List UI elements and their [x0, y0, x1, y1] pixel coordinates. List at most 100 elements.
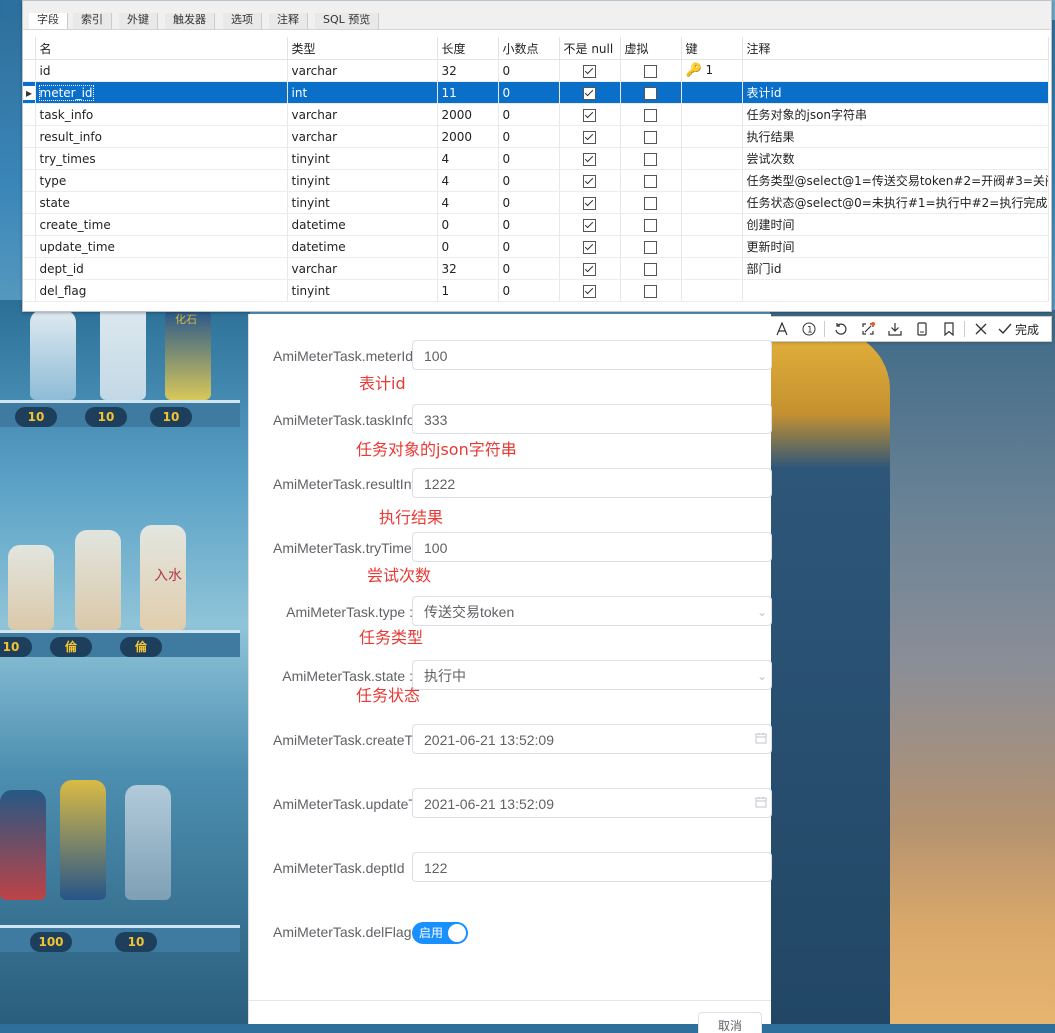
column-header-comment[interactable]: 注释: [742, 37, 1049, 60]
not-null-checkbox[interactable]: [583, 284, 596, 298]
key-cell[interactable]: [681, 81, 743, 104]
tab-options[interactable]: 选项: [223, 13, 262, 29]
virtual-checkbox[interactable]: [644, 284, 657, 298]
column-header-virtual[interactable]: 虚拟: [620, 37, 682, 60]
date-input-updateTime[interactable]: 2021-06-21 13:52:09: [412, 788, 772, 818]
field-name-cell[interactable]: meter_id: [35, 81, 288, 104]
download-icon[interactable]: [881, 317, 908, 341]
table-row[interactable]: del_flag tinyint 1 0: [23, 279, 1049, 302]
tab-comment[interactable]: 注释: [269, 13, 308, 29]
table-row[interactable]: state tinyint 4 0 任务状态@select@0=未执行#1=执行中#2=…: [23, 191, 1049, 214]
field-comment-cell[interactable]: 任务状态@select@0=未执行#1=执行中#2=执行完成#: [742, 191, 1049, 214]
field-type-cell[interactable]: tinyint: [287, 169, 438, 192]
field-type-cell[interactable]: varchar: [287, 103, 438, 126]
not-null-checkbox[interactable]: [583, 174, 596, 188]
field-comment-cell[interactable]: 表计id: [742, 81, 1049, 104]
column-header-key[interactable]: 键: [681, 37, 743, 60]
table-row[interactable]: dept_id varchar 32 0 部门id: [23, 257, 1049, 280]
field-comment-cell[interactable]: 任务类型@select@1=传送交易token#2=开阀#3=关阀: [742, 169, 1049, 192]
field-length-cell[interactable]: 4: [437, 191, 499, 214]
column-header-type[interactable]: 类型: [287, 37, 438, 60]
field-decimal-cell[interactable]: 0: [498, 125, 560, 148]
column-header-decimal[interactable]: 小数点: [498, 37, 560, 60]
field-length-cell[interactable]: 2000: [437, 125, 499, 148]
field-decimal-cell[interactable]: 0: [498, 279, 560, 302]
key-cell[interactable]: [681, 257, 743, 280]
field-length-cell[interactable]: 1: [437, 279, 499, 302]
field-decimal-cell[interactable]: 0: [498, 257, 560, 280]
done-button[interactable]: 完成: [994, 321, 1039, 338]
field-decimal-cell[interactable]: 0: [498, 147, 560, 170]
field-type-cell[interactable]: tinyint: [287, 191, 438, 214]
tab-foreign-keys[interactable]: 外键: [119, 13, 158, 29]
column-header-name[interactable]: 名: [35, 37, 288, 60]
key-cell[interactable]: [681, 235, 743, 258]
field-name-cell[interactable]: id: [35, 59, 288, 82]
field-length-cell[interactable]: 0: [437, 213, 499, 236]
virtual-checkbox[interactable]: [644, 240, 657, 254]
key-cell[interactable]: [681, 169, 743, 192]
cancel-button[interactable]: 取消: [698, 1012, 762, 1033]
field-length-cell[interactable]: 4: [437, 147, 499, 170]
table-row[interactable]: try_times tinyint 4 0 尝试次数: [23, 147, 1049, 170]
field-length-cell[interactable]: 32: [437, 257, 499, 280]
field-type-cell[interactable]: int: [287, 81, 438, 104]
field-comment-cell[interactable]: 任务对象的json字符串: [742, 103, 1049, 126]
pin-icon[interactable]: [854, 317, 881, 341]
not-null-checkbox[interactable]: [583, 64, 596, 78]
input-meterId[interactable]: 100: [412, 340, 772, 370]
table-row[interactable]: task_info varchar 2000 0 任务对象的json字符串: [23, 103, 1049, 126]
key-cell[interactable]: [681, 125, 743, 148]
tab-triggers[interactable]: 触发器: [165, 13, 215, 29]
field-type-cell[interactable]: tinyint: [287, 279, 438, 302]
field-decimal-cell[interactable]: 0: [498, 213, 560, 236]
field-type-cell[interactable]: varchar: [287, 125, 438, 148]
field-name-cell[interactable]: type: [35, 169, 288, 192]
key-cell[interactable]: [681, 103, 743, 126]
field-comment-cell[interactable]: 执行结果: [742, 125, 1049, 148]
input-resultInfo[interactable]: 1222: [412, 468, 772, 498]
table-row[interactable]: update_time datetime 0 0 更新时间: [23, 235, 1049, 258]
input-taskInfo[interactable]: 333: [412, 404, 772, 434]
not-null-checkbox[interactable]: [583, 262, 596, 276]
virtual-checkbox[interactable]: [644, 262, 657, 276]
virtual-checkbox[interactable]: [644, 152, 657, 166]
field-length-cell[interactable]: 4: [437, 169, 499, 192]
table-row[interactable]: result_info varchar 2000 0 执行结果: [23, 125, 1049, 148]
field-decimal-cell[interactable]: 0: [498, 59, 560, 82]
field-name-cell[interactable]: del_flag: [35, 279, 288, 302]
virtual-checkbox[interactable]: [644, 196, 657, 210]
field-length-cell[interactable]: 32: [437, 59, 499, 82]
virtual-checkbox[interactable]: [644, 130, 657, 144]
not-null-checkbox[interactable]: [583, 108, 596, 122]
undo-icon[interactable]: [827, 317, 854, 341]
key-cell[interactable]: [681, 279, 743, 302]
field-type-cell[interactable]: datetime: [287, 213, 438, 236]
field-decimal-cell[interactable]: 0: [498, 81, 560, 104]
virtual-checkbox[interactable]: [644, 108, 657, 122]
select-input-type[interactable]: 传送交易token ⌄: [412, 596, 772, 626]
field-decimal-cell[interactable]: 0: [498, 191, 560, 214]
select-input-state[interactable]: 执行中 ⌄: [412, 660, 772, 690]
key-cell[interactable]: 🔑 1: [681, 59, 743, 82]
field-length-cell[interactable]: 0: [437, 235, 499, 258]
not-null-checkbox[interactable]: [583, 240, 596, 254]
field-name-cell[interactable]: update_time: [35, 235, 288, 258]
table-row[interactable]: create_time datetime 0 0 创建时间: [23, 213, 1049, 236]
field-comment-cell[interactable]: [742, 279, 1049, 302]
field-name-cell[interactable]: state: [35, 191, 288, 214]
tab-fields[interactable]: 字段: [29, 13, 68, 29]
field-name-cell[interactable]: result_info: [35, 125, 288, 148]
field-decimal-cell[interactable]: 0: [498, 235, 560, 258]
input-tryTimes[interactable]: 100: [412, 532, 772, 562]
column-header-length[interactable]: 长度: [437, 37, 499, 60]
key-cell[interactable]: [681, 213, 743, 236]
date-input-createTime[interactable]: 2021-06-21 13:52:09: [412, 724, 772, 754]
field-decimal-cell[interactable]: 0: [498, 169, 560, 192]
virtual-checkbox[interactable]: [644, 174, 657, 188]
field-comment-cell[interactable]: 部门id: [742, 257, 1049, 280]
input-deptId[interactable]: 122: [412, 852, 772, 882]
not-null-checkbox[interactable]: [583, 152, 596, 166]
field-name-cell[interactable]: create_time: [35, 213, 288, 236]
field-name-cell[interactable]: task_info: [35, 103, 288, 126]
